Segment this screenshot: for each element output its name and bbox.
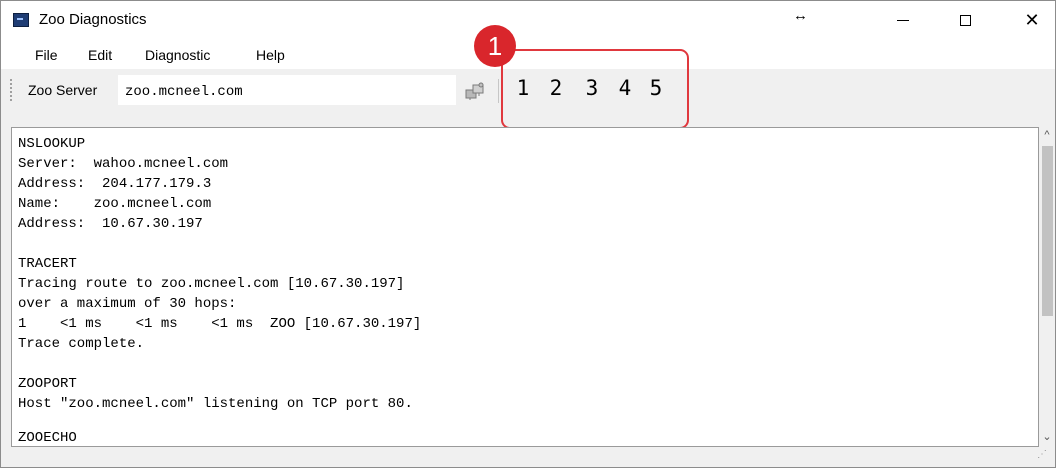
output-line: Name: zoo.mcneel.com — [18, 196, 212, 212]
output-line: over a maximum of 30 hops: — [18, 296, 237, 312]
output-line: NSLOOKUP — [18, 136, 86, 152]
output-line: Trace complete. — [18, 336, 145, 352]
zoo-server-label: Zoo Server — [28, 82, 98, 98]
scroll-down-icon[interactable]: ⌄ — [1039, 429, 1055, 445]
toolbar-grip[interactable] — [10, 79, 14, 101]
output-line: Tracing route to zoo.mcneel.com [10.67.3… — [18, 276, 405, 292]
maximize-button[interactable] — [942, 1, 988, 39]
menu-diagnostic[interactable]: Diagnostic — [145, 47, 210, 63]
output-line: TRACERT — [18, 256, 77, 272]
scroll-up-icon[interactable]: ^ — [1039, 127, 1055, 143]
output-line: Address: 10.67.30.197 — [18, 216, 203, 232]
menu-edit[interactable]: Edit — [88, 47, 112, 63]
close-button[interactable]: ✕ — [1009, 1, 1055, 39]
status-bar: ⋰ — [1, 447, 1055, 467]
scrollbar-thumb[interactable] — [1042, 146, 1053, 316]
zoo-diagnostics-window: Zoo Diagnostics ↔ ✕ File Edit Diagnostic… — [0, 0, 1056, 468]
output-line: Server: wahoo.mcneel.com — [18, 156, 229, 172]
toolbar-separator — [498, 79, 499, 103]
minimize-button[interactable] — [880, 1, 926, 39]
maximize-icon — [959, 14, 971, 26]
diagnostics-output[interactable]: NSLOOKUP Server: wahoo.mcneel.com Addres… — [11, 127, 1039, 447]
output-line: ZOOECHO — [18, 430, 77, 446]
menu-file[interactable]: File — [35, 47, 58, 63]
window-title: Zoo Diagnostics — [39, 11, 147, 28]
connect-icon[interactable] — [464, 81, 486, 101]
output-line: ZOOPORT — [18, 376, 77, 392]
minimize-icon — [897, 19, 909, 21]
output-line: Host "zoo.mcneel.com" listening on TCP p… — [18, 396, 413, 412]
vertical-scrollbar[interactable]: ^ ⌄ — [1039, 127, 1055, 447]
output-line: 1 <1 ms <1 ms <1 ms ZOO [10.67.30.197] — [18, 316, 422, 332]
app-icon — [13, 13, 29, 27]
close-icon: ✕ — [1024, 10, 1040, 30]
callout-badge: 1 — [474, 25, 516, 67]
resize-arrows-icon: ↔ — [793, 7, 808, 24]
menu-help[interactable]: Help — [256, 47, 285, 63]
output-line: Address: 204.177.179.3 — [18, 176, 212, 192]
title-bar[interactable]: Zoo Diagnostics ↔ ✕ — [1, 1, 1055, 39]
resize-grip-icon[interactable]: ⋰ — [1037, 449, 1047, 460]
callout-highlight-box — [501, 49, 689, 129]
zoo-server-input[interactable] — [118, 75, 456, 105]
